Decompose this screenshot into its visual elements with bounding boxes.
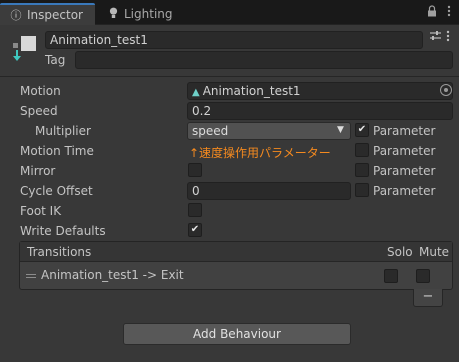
lightbulb-icon	[106, 7, 120, 22]
tab-lighting-label: Lighting	[124, 7, 173, 21]
header-tools	[430, 30, 450, 45]
drag-handle-icon[interactable]	[26, 274, 36, 278]
multiplier-label: Multiplier	[35, 124, 91, 138]
transitions-title: Transitions	[27, 245, 92, 259]
mute-checkbox[interactable]	[416, 269, 430, 283]
cycle-offset-parameter-checkbox[interactable]	[355, 183, 369, 197]
cycle-offset-label: Cycle Offset	[20, 184, 93, 198]
add-behaviour-button[interactable]: Add Behaviour	[123, 323, 351, 345]
speed-field[interactable]: 0.2	[187, 102, 453, 120]
motion-time-parameter-checkbox[interactable]	[355, 143, 369, 157]
object-name-field[interactable]: Animation_test1	[45, 31, 423, 49]
settings-sliders-icon[interactable]	[430, 30, 441, 45]
foot-ik-label: Foot IK	[20, 204, 62, 218]
parameter-label: Parameter	[373, 164, 436, 178]
divider	[0, 76, 459, 77]
multiplier-parameter-checkbox[interactable]: ✔	[355, 123, 369, 137]
motion-label: Motion	[20, 84, 61, 98]
parameter-label: Parameter	[373, 184, 436, 198]
window-menu	[427, 5, 451, 20]
tab-lighting[interactable]: Lighting	[97, 3, 177, 25]
parameter-label: Parameter	[373, 144, 436, 158]
info-icon: ⓘ	[10, 9, 22, 22]
lock-icon[interactable]	[427, 5, 437, 20]
transition-label: Animation_test1 -> Exit	[41, 268, 184, 282]
cycle-offset-field[interactable]: 0	[187, 182, 351, 200]
mute-column-label: Mute	[419, 245, 450, 259]
mirror-parameter-checkbox[interactable]	[355, 163, 369, 177]
solo-column-label: Solo	[387, 245, 413, 259]
write-defaults-checkbox[interactable]: ✔	[188, 223, 202, 237]
tag-label: Tag	[45, 53, 66, 67]
solo-checkbox[interactable]	[384, 269, 398, 283]
mirror-label: Mirror	[20, 164, 56, 178]
animation-clip-icon: ▲	[192, 87, 200, 98]
parameter-label: Parameter	[373, 124, 436, 138]
dropdown-arrow-icon: ▼	[337, 125, 344, 135]
tag-field[interactable]	[75, 51, 453, 69]
multiplier-dropdown[interactable]: speed	[187, 122, 351, 140]
write-defaults-label: Write Defaults	[20, 224, 106, 238]
motion-value: Animation_test1	[202, 84, 301, 98]
annotation-note: ↑速度操作用パラメーター	[189, 146, 331, 160]
foot-ik-checkbox[interactable]	[188, 203, 202, 217]
kebab-menu-icon[interactable]	[447, 5, 451, 20]
tab-inspector[interactable]: ⓘ Inspector	[0, 3, 95, 25]
animator-state-icon	[10, 32, 40, 62]
mirror-checkbox[interactable]	[188, 163, 202, 177]
speed-label: Speed	[20, 104, 58, 118]
object-picker-icon[interactable]	[440, 84, 452, 96]
motion-field[interactable]: ▲ Animation_test1	[187, 82, 453, 100]
remove-transition-button[interactable]: −	[413, 289, 443, 307]
kebab-menu-icon[interactable]	[446, 30, 450, 45]
tab-inspector-label: Inspector	[27, 8, 83, 22]
motion-time-label: Motion Time	[20, 144, 94, 158]
